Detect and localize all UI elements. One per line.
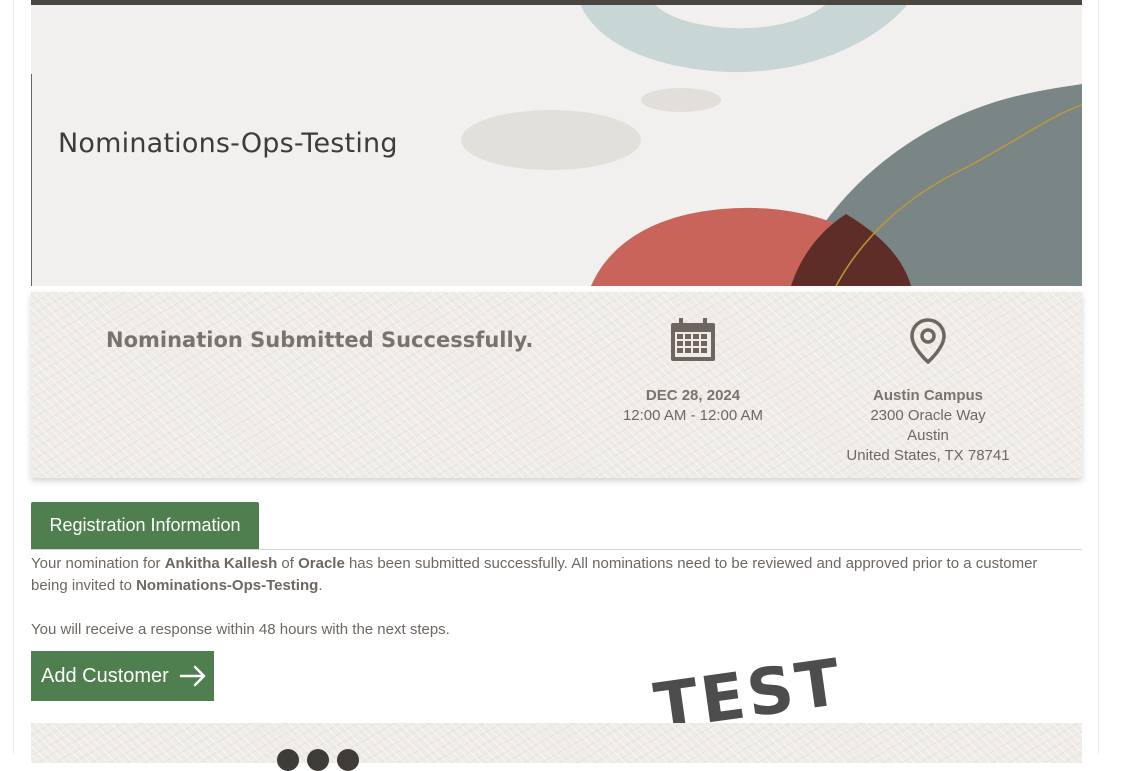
- tab-bar: Registration Information: [31, 502, 1082, 550]
- social-links: [277, 749, 359, 771]
- add-customer-button[interactable]: Add Customer: [31, 651, 214, 701]
- status-heading: Nomination Submitted Successfully.: [106, 328, 534, 352]
- tab-registration-information[interactable]: Registration Information: [31, 502, 259, 549]
- event-date: DEC 28, 2024: [645, 387, 741, 404]
- message-part4: .: [318, 577, 323, 594]
- nomination-status-banner: Nomination Submitted Successfully. DEC 2…: [31, 292, 1082, 478]
- add-customer-label: Add Customer: [41, 664, 169, 687]
- hero-left-line: [31, 74, 32, 286]
- event-date-block: DEC 28, 2024 12:00 AM - 12:00 AM: [591, 318, 795, 426]
- nomination-message: Your nomination for Ankitha Kallesh of O…: [31, 553, 1051, 597]
- social-icon[interactable]: [277, 749, 299, 771]
- event-location-block: Austin Campus 2300 Oracle Way Austin Uni…: [817, 318, 1039, 466]
- address-line1: 2300 Oracle Way: [870, 407, 986, 424]
- location-name: Austin Campus: [872, 387, 983, 404]
- social-icon[interactable]: [337, 749, 359, 771]
- response-note: You will receive a response within 48 ho…: [31, 621, 450, 638]
- event-name: Nominations-Ops-Testing: [136, 577, 319, 594]
- address-country: United States, TX 78741: [846, 447, 1010, 464]
- event-title: Nominations-Ops-Testing: [58, 128, 398, 159]
- message-part1: Your nomination for: [31, 555, 165, 572]
- message-part2: of: [277, 555, 299, 572]
- footer-panel: [31, 723, 1082, 771]
- tab-label: Registration Information: [49, 515, 241, 535]
- social-icon[interactable]: [307, 749, 329, 771]
- event-time: 12:00 AM - 12:00 AM: [622, 407, 764, 424]
- calendar-icon: [671, 318, 715, 361]
- nominee-name: Ankitha Kallesh: [164, 555, 278, 572]
- arrow-right-icon: [179, 665, 207, 687]
- hero-top-bar: [31, 0, 1082, 5]
- company-name: Oracle: [298, 555, 345, 572]
- map-pin-icon: [910, 318, 946, 364]
- address-city: Austin: [907, 427, 949, 444]
- event-hero-banner: Nominations-Ops-Testing: [31, 0, 1082, 286]
